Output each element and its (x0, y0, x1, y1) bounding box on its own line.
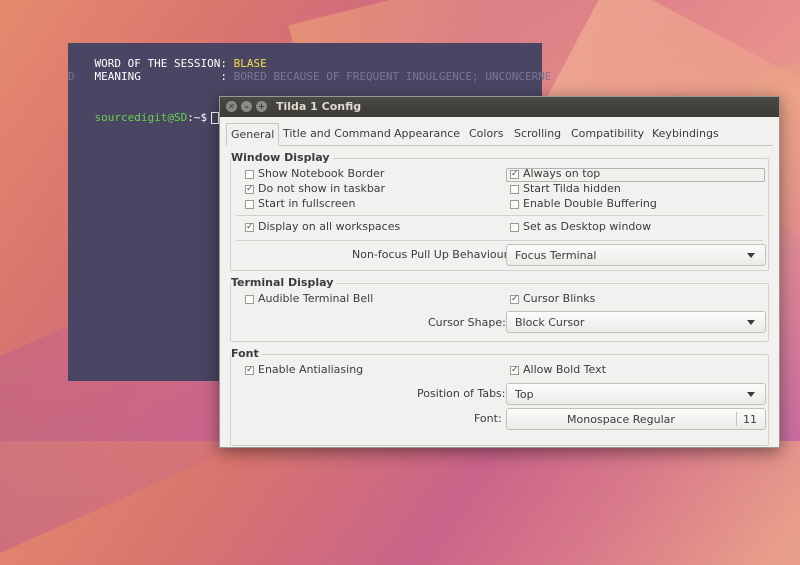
meaning-label: MEANING : (94, 70, 234, 83)
chevron-down-icon (747, 392, 755, 397)
all-workspaces-label: Display on all workspaces (258, 220, 401, 233)
start-hidden-checkbox[interactable] (510, 185, 519, 194)
show-notebook-border-checkbox[interactable] (245, 170, 254, 179)
desktop-window-label: Set as Desktop window (523, 220, 652, 233)
minimize-icon[interactable]: – (241, 101, 252, 112)
tab-scrolling[interactable]: Scrolling (514, 123, 561, 144)
chevron-down-icon (747, 320, 755, 325)
start-hidden-label: Start Tilda hidden (523, 182, 621, 195)
pull-up-behaviour-select[interactable]: Focus Terminal (506, 244, 766, 266)
prompt-user: sourcedigit@SD (94, 111, 188, 124)
do-not-show-taskbar-label: Do not show in taskbar (258, 182, 386, 195)
prompt-path: :~$ (187, 111, 208, 124)
window-display-title: Window Display (231, 151, 333, 164)
start-fullscreen-label: Start in fullscreen (258, 197, 356, 210)
cursor-shape-value: Block Cursor (515, 316, 585, 329)
close-icon[interactable]: ✕ (226, 101, 237, 112)
do-not-show-taskbar-checkbox[interactable]: ✓ (245, 185, 254, 194)
audible-bell-label: Audible Terminal Bell (258, 292, 374, 305)
audible-bell-checkbox[interactable] (245, 295, 254, 304)
font-title: Font (231, 347, 262, 360)
double-buffering-label: Enable Double Buffering (523, 197, 657, 210)
terminal-display-title: Terminal Display (231, 276, 337, 289)
cursor-shape-label: Cursor Shape: (428, 316, 506, 329)
start-fullscreen-checkbox[interactable] (245, 200, 254, 209)
cursor-shape-select[interactable]: Block Cursor (506, 311, 766, 333)
cursor-blinks-label: Cursor Blinks (523, 292, 596, 305)
meaning-wrap: D (68, 70, 75, 83)
font-size: 11 (743, 413, 757, 426)
tabs-position-label: Position of Tabs: (417, 387, 506, 400)
tab-general[interactable]: General (226, 123, 280, 146)
font-chooser-button[interactable]: Monospace Regular 11 (506, 408, 766, 430)
meaning-value: BORED BECAUSE OF FREQUENT INDULGENCE; UN… (233, 70, 552, 83)
divider (236, 215, 763, 216)
always-on-top-label: Always on top (523, 167, 601, 180)
meaning-line: MEANING : BORED BECAUSE OF FREQUENT INDU… (68, 57, 552, 96)
title-bar[interactable]: ✕ – + Tilda 1 Config (220, 97, 779, 117)
always-on-top-checkbox[interactable]: ✓ (510, 170, 519, 179)
double-buffering-checkbox[interactable] (510, 200, 519, 209)
tabs-position-select[interactable]: Top (506, 383, 766, 405)
cursor-blinks-checkbox[interactable]: ✓ (510, 295, 519, 304)
tab-colors[interactable]: Colors (469, 123, 503, 144)
chevron-down-icon (747, 253, 755, 258)
tab-appearance[interactable]: Appearance (394, 123, 460, 144)
pull-up-behaviour-label: Non-focus Pull Up Behaviour: (352, 248, 512, 261)
tab-compatibility[interactable]: Compatibility (571, 123, 644, 144)
desktop-window-checkbox[interactable] (510, 223, 519, 232)
antialiasing-label: Enable Antialiasing (258, 363, 364, 376)
tab-title-and-command[interactable]: Title and Command (283, 123, 391, 144)
all-workspaces-checkbox[interactable]: ✓ (245, 223, 254, 232)
show-notebook-border-label: Show Notebook Border (258, 167, 385, 180)
tilda-config-window: ✕ – + Tilda 1 Config General Title and C… (219, 96, 780, 448)
terminal-cursor (211, 112, 220, 124)
prompt-line[interactable]: sourcedigit@SD:~$ (68, 98, 220, 137)
separator (736, 412, 737, 426)
tab-keybindings[interactable]: Keybindings (652, 123, 719, 144)
divider (236, 240, 763, 241)
bold-text-label: Allow Bold Text (523, 363, 606, 376)
font-label: Font: (474, 412, 502, 425)
pull-up-behaviour-value: Focus Terminal (515, 249, 597, 262)
window-title: Tilda 1 Config (276, 100, 362, 113)
font-name: Monospace Regular (567, 413, 675, 426)
bold-text-checkbox[interactable]: ✓ (510, 366, 519, 375)
antialiasing-checkbox[interactable]: ✓ (245, 366, 254, 375)
tabs-position-value: Top (515, 388, 534, 401)
maximize-icon[interactable]: + (256, 101, 267, 112)
tab-bar: General Title and Command Appearance Col… (226, 123, 773, 146)
